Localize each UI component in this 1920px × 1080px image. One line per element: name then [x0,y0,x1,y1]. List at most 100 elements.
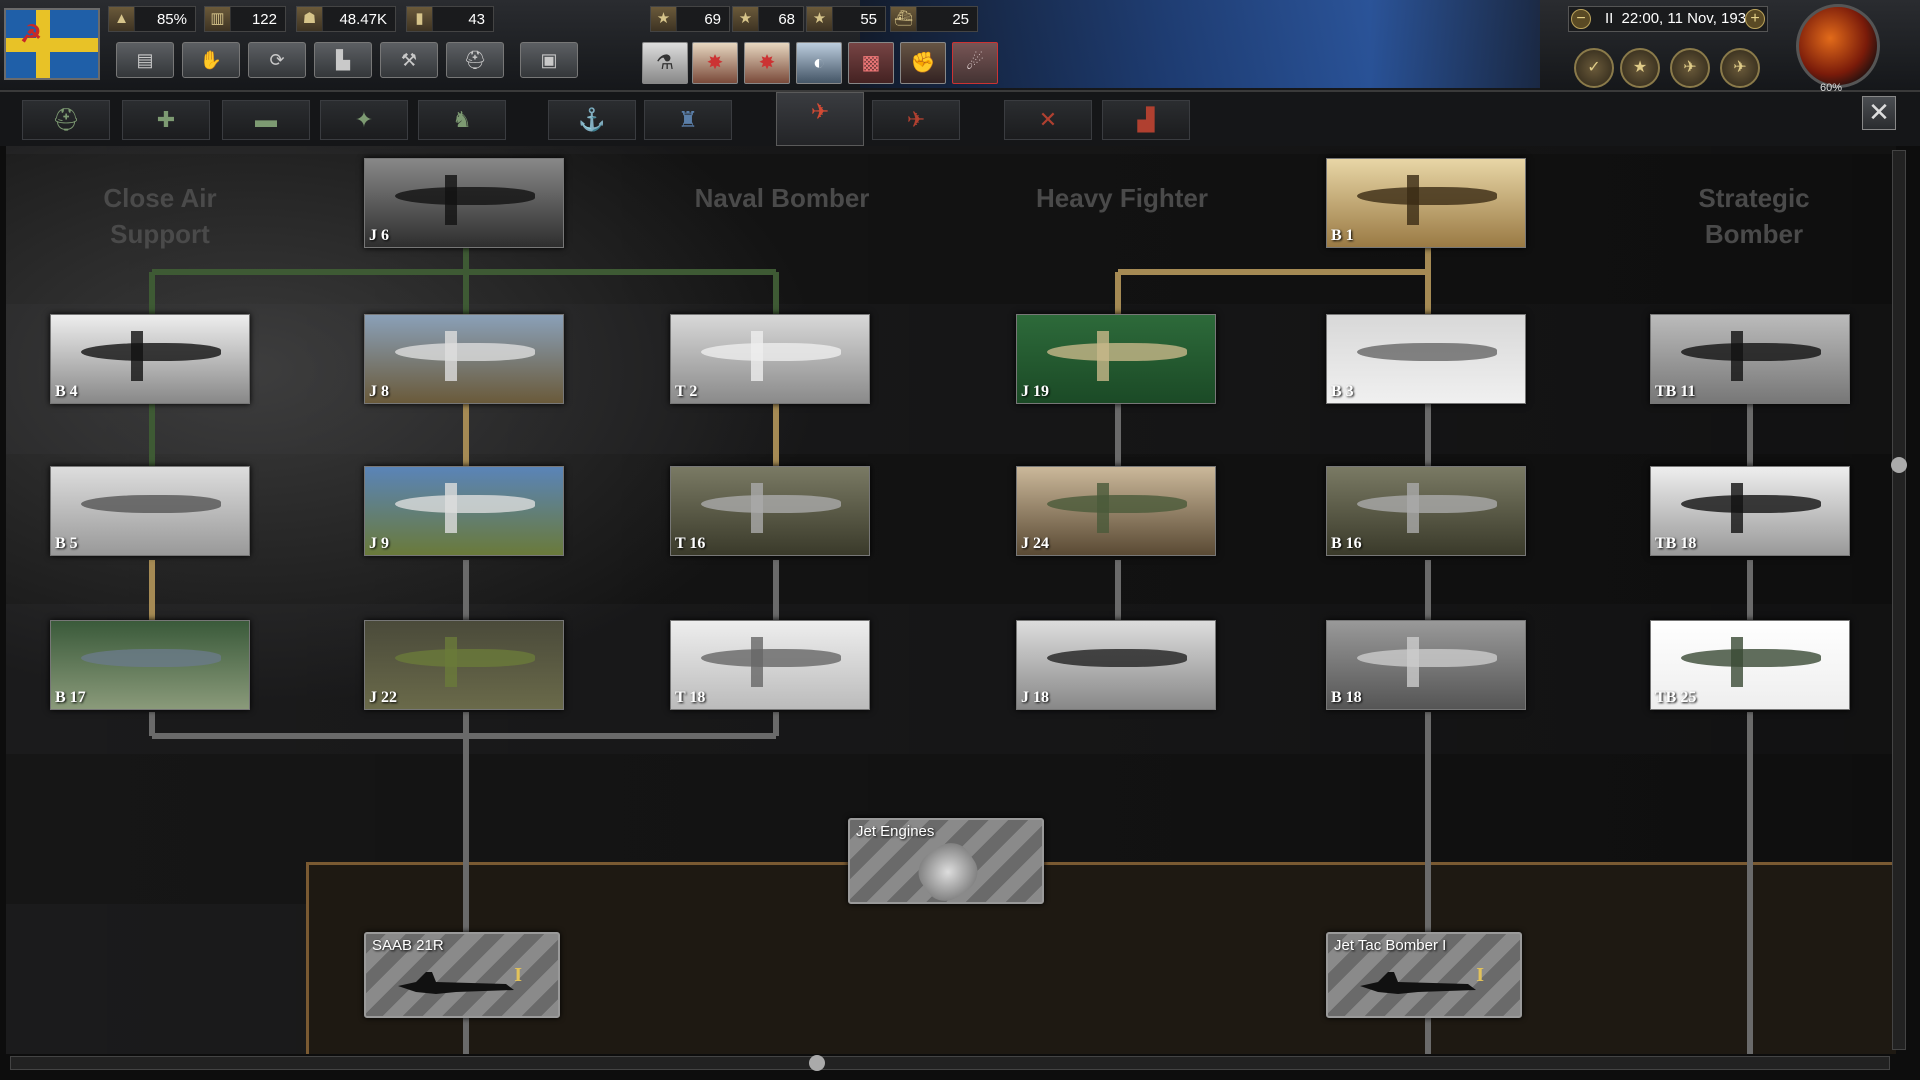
tech-tb11[interactable]: TB 11 [1650,314,1850,404]
date-text: 22:00, 11 Nov, 1939 [1621,10,1755,27]
tab-industry[interactable]: ▟ [1102,100,1190,140]
stability-icon: ▲ [109,7,135,31]
production-button[interactable]: ▤ [116,42,174,78]
industry-icon: ▟ [1137,107,1155,132]
pause-icon: II [1605,10,1614,27]
tech-t18[interactable]: T 18 [670,620,870,710]
country-flag[interactable]: ☭ [4,8,100,80]
tab-air[interactable]: ✈ [776,92,864,146]
jet-engine-icon [910,834,986,910]
events-button[interactable]: ✸ [744,42,790,84]
plane-icon: ✈ [810,99,830,124]
tech-b18[interactable]: B 18 [1326,620,1526,710]
manpower-pool-icon: ☗ [297,7,323,31]
research-button[interactable]: ⚗ [642,42,688,84]
tech-b16[interactable]: B 16 [1326,466,1526,556]
tech-j6[interactable]: J 6 [364,158,564,248]
alert-round-2[interactable]: ★ [1620,48,1660,88]
helmet-icon: ⛑ [52,107,80,132]
political-power-resource[interactable]: ▥ 122 [204,6,286,32]
alert-round-3[interactable]: ✈ [1670,48,1710,88]
tech-j18[interactable]: J 18 [1016,620,1216,710]
tab-infantry[interactable]: ⛑ [22,100,110,140]
speed-up-button[interactable]: + [1745,9,1765,29]
alert-round-1[interactable]: ✓ [1574,48,1614,88]
star-gold-icon: ★ [651,7,677,31]
tech-j22[interactable]: J 22 [364,620,564,710]
tech-jet-tac-bomber[interactable]: Jet Tac Bomber I I [1326,932,1522,1018]
alert-button[interactable]: ☄ [952,42,998,84]
artillery-icon: ✦ [354,107,374,132]
tech-tree-area: Close Air Support Naval Bomber Heavy Fig… [6,146,1896,1054]
convoys[interactable]: ⛴ 25 [890,6,978,32]
army-xp[interactable]: ★ 69 [650,6,730,32]
air-doctrine-icon: ✈ [906,107,926,132]
star-blue-icon: ★ [733,7,759,31]
tech-j8[interactable]: J 8 [364,314,564,404]
tech-t2[interactable]: T 2 [670,314,870,404]
doctrine-icon: ♞ [452,107,472,132]
tech-tb18[interactable]: TB 18 [1650,466,1850,556]
tech-tb25[interactable]: TB 25 [1650,620,1850,710]
anchor-icon: ⚓ [578,107,606,132]
horizontal-scrollbar[interactable] [10,1055,1890,1071]
trade-button[interactable]: ⟳ [248,42,306,78]
tab-armor[interactable]: ▬ [222,100,310,140]
air-xp[interactable]: ★ 55 [806,6,886,32]
factories-resource[interactable]: ▮ 43 [406,6,494,32]
top-bar: ☭ ▲ 85% ▥ 122 ☗ 48.47K ▮ 43 ▤ ✋ ⟳ ▙ ⚒ ⛑ … [0,0,1920,94]
hammer-sickle-icon: ☭ [20,21,42,48]
tab-naval-doctrine[interactable]: ♜ [644,100,732,140]
logistics-button[interactable]: ⚒ [380,42,438,78]
tech-b1[interactable]: B 1 [1326,158,1526,248]
factories-icon: ▮ [407,7,433,31]
scroll-knob[interactable] [1891,457,1907,473]
world-button[interactable]: ◐ [796,42,842,84]
faction-button[interactable]: ✊ [900,42,946,84]
tab-artillery[interactable]: ✦ [320,100,408,140]
close-button[interactable]: ✕ [1862,96,1896,130]
tech-jet-engines[interactable]: Jet Engines [848,818,1044,910]
stability-resource[interactable]: ▲ 85% [108,6,196,32]
naval-doctrine-icon: ♜ [678,107,698,132]
recruit-button[interactable]: ⛑ [446,42,504,78]
tech-t16[interactable]: T 16 [670,466,870,556]
tab-engineering[interactable]: ✕ [1004,100,1092,140]
intelligence-button[interactable]: ▣ [520,42,578,78]
construction-button[interactable]: ▙ [314,42,372,78]
tech-saab-21r[interactable]: SAAB 21R I [364,932,560,1018]
tech-b5[interactable]: B 5 [50,466,250,556]
tech-j9[interactable]: J 9 [364,466,564,556]
world-tension-globe[interactable] [1796,4,1880,88]
diplomacy-button[interactable]: ✋ [182,42,240,78]
tab-naval[interactable]: ⚓ [548,100,636,140]
scroll-knob[interactable] [809,1055,825,1071]
alert-round-4[interactable]: ✈ [1720,48,1760,88]
tech-connections [149,248,1753,1054]
tab-support[interactable]: ✚ [122,100,210,140]
tech-b17[interactable]: B 17 [50,620,250,710]
tech-j19[interactable]: J 19 [1016,314,1216,404]
tech-b4[interactable]: B 4 [50,314,250,404]
game-clock[interactable]: − II 22:00, 11 Nov, 1939 + [1568,6,1768,32]
jet-bomber-icon [1360,972,1476,994]
speed-down-button[interactable]: − [1571,9,1591,29]
star-silver-icon: ★ [807,7,833,31]
tank-icon: ▬ [255,107,277,132]
tools-icon: ✕ [1038,107,1058,132]
decisions-button[interactable]: ✸ [692,42,738,84]
supply-button[interactable]: ▩ [848,42,894,84]
jet-fighter-icon [398,972,514,994]
tab-land-doctrine[interactable]: ♞ [418,100,506,140]
research-category-tabs: ⛑ ✚ ▬ ✦ ♞ ⚓ ♜ ✈ ✈ ✕ ▟ [0,92,1920,146]
tab-air-doctrine[interactable]: ✈ [872,100,960,140]
close-icon: ✕ [1868,97,1890,127]
tech-j24[interactable]: J 24 [1016,466,1216,556]
convoy-icon: ⛴ [891,7,917,31]
medic-icon: ✚ [156,107,176,132]
vertical-scrollbar[interactable] [1891,150,1907,1050]
tech-b3[interactable]: B 3 [1326,314,1526,404]
navy-xp[interactable]: ★ 68 [732,6,804,32]
manpower-resource[interactable]: ☗ 48.47K [296,6,396,32]
factory-icon: ▥ [205,7,231,31]
